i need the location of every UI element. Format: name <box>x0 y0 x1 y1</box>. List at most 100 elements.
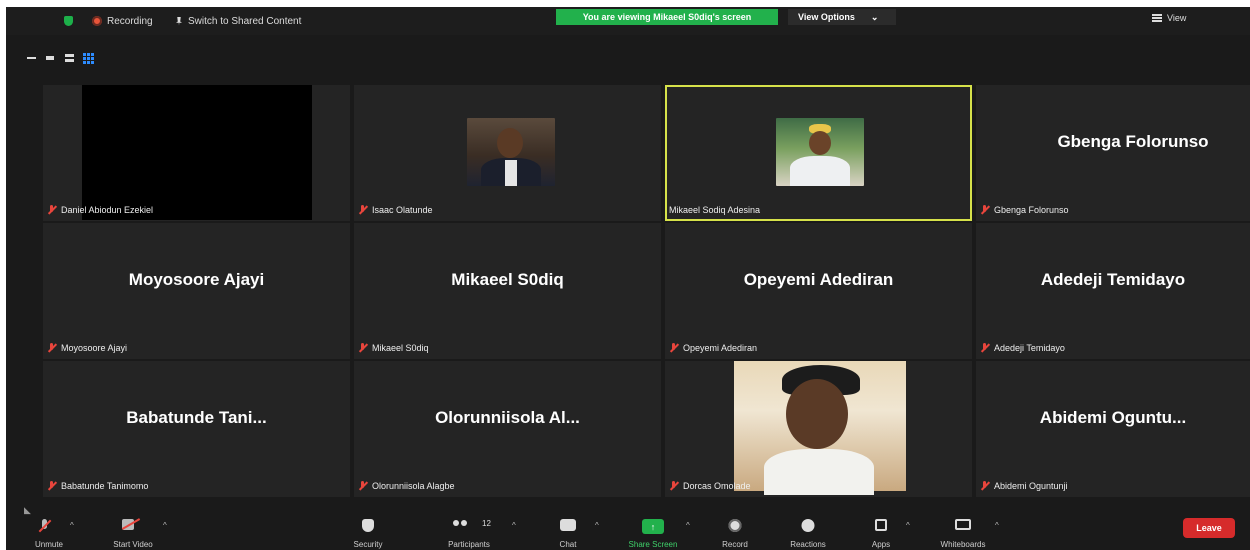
participant-display-name: Olorunniisola Al... <box>435 408 580 427</box>
recording-icon <box>92 16 102 26</box>
participant-tile[interactable]: Adedeji Temidayo Adedeji Temidayo <box>976 223 1250 359</box>
meeting-toolbar: ^ Unmute ^ Start Video Security 12 ^ Par… <box>6 517 1250 550</box>
chevron-up-icon[interactable]: ^ <box>995 521 999 530</box>
view-label: View <box>1167 13 1187 23</box>
muted-mic-icon <box>669 481 678 491</box>
participant-label: Opeyemi Adediran <box>669 343 757 353</box>
share-screen-button[interactable]: ↑ ^ Share Screen <box>620 517 690 550</box>
unmute-button[interactable]: ^ Unmute <box>24 517 74 550</box>
chevron-up-icon[interactable]: ^ <box>512 521 516 530</box>
participant-tile[interactable]: Mikaeel S0diq Mikaeel S0diq <box>354 223 661 359</box>
participant-tile[interactable]: Olorunniisola Al... Olorunniisola Alagbe <box>354 361 661 497</box>
view-button[interactable]: View <box>1152 13 1186 23</box>
participant-display-name: Gbenga Folorunso <box>1057 132 1209 151</box>
participant-display-name: Mikaeel S0diq <box>451 270 564 289</box>
recording-label: Recording <box>107 15 153 27</box>
reactions-button[interactable]: Reactions <box>781 517 835 550</box>
participant-label: Adedeji Temidayo <box>980 343 1065 353</box>
participant-display-name: Babatunde Tani... <box>126 408 267 427</box>
participant-label: Daniel Abiodun Ezekiel <box>47 205 153 215</box>
participant-photo <box>734 361 906 495</box>
chevron-up-icon[interactable]: ^ <box>595 521 599 530</box>
participant-video-off <box>82 85 312 220</box>
layout-switcher <box>26 51 94 65</box>
muted-mic-icon <box>47 205 56 215</box>
security-shield-icon <box>362 519 374 532</box>
start-video-button[interactable]: ^ Start Video <box>101 517 167 550</box>
chevron-up-icon[interactable]: ^ <box>163 521 167 530</box>
participant-photo <box>776 118 864 186</box>
zoom-meeting-window: Recording Switch to Shared Content You a… <box>6 7 1250 550</box>
participant-display-name: Moyosoore Ajayi <box>128 270 265 289</box>
muted-mic-icon <box>47 481 56 491</box>
participant-label: Moyosoore Ajayi <box>47 343 127 353</box>
muted-mic-icon <box>980 481 989 491</box>
security-button[interactable]: Security <box>346 517 390 550</box>
participants-icon <box>453 519 471 531</box>
chevron-down-icon: ⌄ <box>870 11 879 22</box>
apps-icon <box>875 519 887 531</box>
participants-count: 12 <box>482 519 491 528</box>
leave-button[interactable]: Leave <box>1183 518 1235 538</box>
view-options-button[interactable]: View Options ⌄ <box>788 9 896 25</box>
participant-tile[interactable]: Isaac Olatunde <box>354 85 661 221</box>
participant-label: Dorcas Omolade <box>669 481 751 491</box>
participant-tile[interactable]: Babatunde Tani... Babatunde Tanimomo <box>43 361 350 497</box>
recording-indicator[interactable]: Recording <box>92 7 153 35</box>
participant-tile[interactable]: Daniel Abiodun Ezekiel <box>43 85 350 221</box>
whiteboards-button[interactable]: ^ Whiteboards <box>929 517 999 550</box>
participant-tile[interactable]: Abidemi Oguntu... Abidemi Oguntunji <box>976 361 1250 497</box>
video-off-icon <box>122 519 140 530</box>
muted-mic-icon <box>358 481 367 491</box>
participant-tile[interactable]: Moyosoore Ajayi Moyosoore Ajayi <box>43 223 350 359</box>
participant-tile[interactable]: Dorcas Omolade <box>665 361 972 497</box>
record-button[interactable]: Record <box>713 517 757 550</box>
participant-photo <box>467 118 555 186</box>
participant-label: Mikaeel S0diq <box>358 343 429 353</box>
gallery-layout-icon[interactable] <box>82 53 94 64</box>
participant-display-name: Abidemi Oguntu... <box>1039 408 1187 427</box>
pin-icon <box>176 16 182 26</box>
view-options-label: View Options <box>798 12 855 22</box>
gallery-grid: Daniel Abiodun Ezekiel Isaac Olatunde Mi… <box>43 85 1250 497</box>
muted-mic-icon <box>39 519 49 533</box>
record-icon <box>728 519 742 532</box>
minimize-layout-icon[interactable] <box>26 53 36 63</box>
muted-mic-icon <box>980 205 989 215</box>
participants-button[interactable]: 12 ^ Participants <box>434 517 516 550</box>
participant-tile-active-speaker[interactable]: Mikaeel Sodiq Adesina <box>665 85 972 221</box>
switch-label: Switch to Shared Content <box>188 15 302 27</box>
chat-button[interactable]: ^ Chat <box>551 517 599 550</box>
chevron-up-icon[interactable]: ^ <box>70 521 74 530</box>
share-screen-icon: ↑ <box>642 519 664 534</box>
switch-to-shared-content-button[interactable]: Switch to Shared Content <box>176 7 301 35</box>
split-layout-icon[interactable] <box>64 53 74 63</box>
participant-tile[interactable]: Opeyemi Adediran Opeyemi Adediran <box>665 223 972 359</box>
shield-icon <box>64 16 73 26</box>
resize-handle-icon[interactable]: ◣ <box>24 505 31 516</box>
top-bar: Recording Switch to Shared Content You a… <box>6 7 1250 35</box>
chevron-up-icon[interactable]: ^ <box>906 521 910 530</box>
participant-display-name: Opeyemi Adediran <box>743 270 894 289</box>
apps-button[interactable]: ^ Apps <box>866 517 910 550</box>
participant-label: Mikaeel Sodiq Adesina <box>669 205 761 215</box>
participant-display-name: Adedeji Temidayo <box>1040 270 1186 289</box>
participant-label: Olorunniisola Alagbe <box>358 481 455 491</box>
participant-tile[interactable]: Gbenga Folorunso Gbenga Folorunso <box>976 85 1250 221</box>
reactions-icon <box>801 519 815 532</box>
participant-label: Isaac Olatunde <box>358 205 433 215</box>
single-layout-icon[interactable] <box>45 53 55 63</box>
participant-label: Babatunde Tanimomo <box>47 481 148 491</box>
participant-label: Gbenga Folorunso <box>980 205 1069 215</box>
grid-view-icon <box>1152 14 1162 22</box>
muted-mic-icon <box>358 205 367 215</box>
participant-label: Abidemi Oguntunji <box>980 481 1068 491</box>
muted-mic-icon <box>980 343 989 353</box>
chat-icon <box>560 519 576 531</box>
chevron-up-icon[interactable]: ^ <box>686 521 690 530</box>
muted-mic-icon <box>669 343 678 353</box>
security-shield-indicator[interactable] <box>64 7 73 35</box>
viewing-screen-banner: You are viewing Mikaeel S0diq's screen <box>556 9 778 25</box>
muted-mic-icon <box>47 343 56 353</box>
muted-mic-icon <box>358 343 367 353</box>
